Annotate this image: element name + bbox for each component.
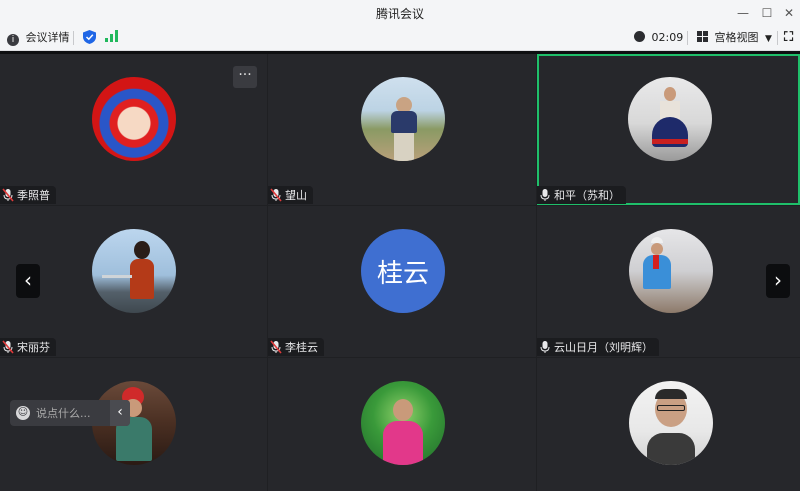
participant-tile[interactable]: [537, 358, 800, 491]
participant-nameplate: 李桂云: [268, 338, 324, 356]
previous-page-arrow[interactable]: ‹: [16, 264, 40, 298]
close-button[interactable]: ✕: [780, 4, 798, 22]
participant-nameplate: 季照普: [0, 186, 56, 204]
info-icon: i: [7, 34, 19, 46]
participant-avatar: [361, 77, 445, 161]
participant-name: 季照普: [17, 189, 50, 202]
emoji-icon[interactable]: ☺: [16, 406, 30, 420]
participant-avatar: [361, 381, 445, 465]
meeting-info-label: 会议详情: [25, 31, 70, 44]
participant-tile[interactable]: 望山: [268, 54, 536, 205]
participant-nameplate: 云山日月（刘明辉）: [537, 338, 659, 356]
participant-avatar: [628, 77, 712, 161]
participant-avatar: [92, 229, 176, 313]
collapse-chat-button[interactable]: ‹: [110, 400, 130, 426]
participant-avatar: [629, 229, 713, 313]
window-title: 腾讯会议: [375, 7, 424, 21]
participant-nameplate: 和平（苏和）: [537, 186, 626, 204]
title-bar: 腾讯会议 — ☐ ✕: [0, 0, 800, 26]
participant-nameplate: 宋丽芬: [0, 338, 56, 356]
clock-icon: [634, 31, 645, 42]
participant-nameplate: 望山: [268, 186, 313, 204]
participant-name: 李桂云: [285, 341, 318, 354]
participant-avatar: [92, 77, 176, 161]
mic-muted-icon: [270, 340, 282, 354]
next-page-arrow[interactable]: ›: [766, 264, 790, 298]
layout-view-button[interactable]: 宫格视图 ▼: [697, 30, 772, 46]
chat-placeholder: 说点什么...: [36, 407, 91, 420]
meeting-toolbar: i 会议详情 02:09 宫格视图 ▼ ⛶: [0, 26, 800, 51]
timer-text: 02:09: [651, 31, 684, 44]
mic-muted-icon: [270, 188, 282, 202]
participant-name: 望山: [285, 189, 307, 202]
mic-icon: [540, 341, 550, 353]
toolbar-divider: [687, 31, 688, 45]
toolbar-divider: [777, 31, 778, 45]
participant-name: 云山日月（刘明辉）: [554, 341, 653, 354]
layout-view-label: 宫格视图: [714, 31, 759, 44]
mic-icon: [540, 189, 550, 201]
participant-tile[interactable]: › 云山日月（刘明辉）: [537, 206, 800, 357]
security-shield-icon[interactable]: [83, 30, 96, 46]
maximize-button[interactable]: ☐: [758, 4, 776, 22]
grid-view-icon: [697, 31, 708, 42]
avatar-text: 桂云: [376, 258, 429, 289]
dropdown-caret-icon: ▼: [765, 34, 772, 44]
participant-tile-active-speaker[interactable]: 和平（苏和）: [537, 54, 800, 205]
minimize-button[interactable]: —: [734, 4, 752, 22]
toolbar-divider: [73, 31, 74, 45]
participant-name: 和平（苏和）: [554, 189, 620, 202]
network-signal-icon[interactable]: [105, 30, 119, 46]
participant-tile[interactable]: [268, 358, 536, 491]
more-options-button[interactable]: ···: [233, 66, 257, 88]
mic-muted-icon: [2, 188, 14, 202]
participant-name: 宋丽芬: [17, 341, 50, 354]
participant-tile[interactable]: 宋丽芬: [0, 206, 267, 357]
meeting-timer: 02:09: [634, 30, 683, 46]
meeting-info-button[interactable]: i 会议详情: [7, 30, 70, 46]
participant-avatar: [629, 381, 713, 465]
fullscreen-icon[interactable]: ⛶: [784, 30, 793, 46]
participant-tile[interactable]: ··· 季照普: [0, 54, 267, 205]
participant-text-avatar: 桂云: [361, 229, 445, 313]
participant-tile[interactable]: 桂云 李桂云: [268, 206, 536, 357]
video-grid: ··· 季照普 望山 和平（苏和） 宋丽芬 桂云 李桂云 › 云山日月（刘明辉）…: [0, 54, 800, 491]
mic-muted-icon: [2, 340, 14, 354]
